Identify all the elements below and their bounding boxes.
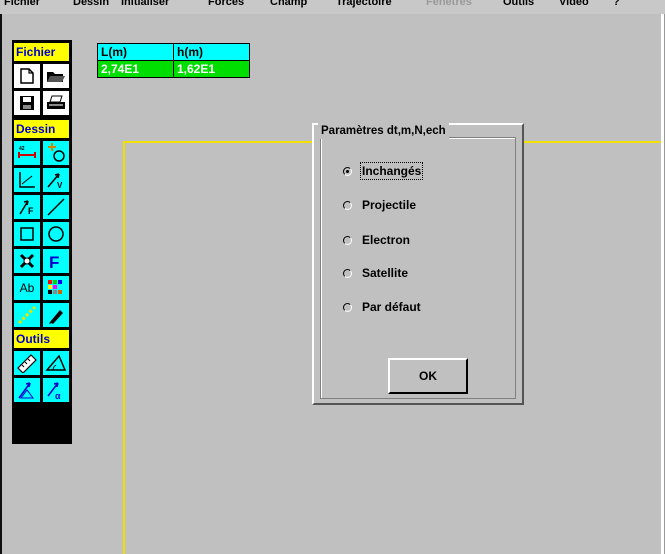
radio-selected-icon[interactable]: [343, 166, 352, 176]
open-folder-icon[interactable]: [43, 64, 69, 88]
ok-button[interactable]: OK: [388, 358, 468, 394]
menu-bar: Fichier Dessin Initialiser Forces Champ …: [0, 0, 665, 14]
ruler-icon[interactable]: [14, 351, 40, 375]
svg-text:F: F: [28, 206, 34, 216]
svg-text:α: α: [55, 391, 61, 401]
length-value: 2,74E1: [97, 60, 174, 78]
radio-icon[interactable]: [343, 268, 352, 278]
pen-tool-icon[interactable]: [43, 303, 69, 327]
menu-initialiser[interactable]: Initialiser: [121, 0, 169, 8]
option-par-defaut[interactable]: Par défaut: [343, 299, 421, 315]
radio-icon[interactable]: [343, 235, 352, 245]
length-header: L(m): [97, 43, 174, 61]
menu-fenetres[interactable]: Fenêtres: [426, 0, 472, 8]
text-tool-icon[interactable]: Ab: [14, 276, 40, 300]
vector-sum-icon[interactable]: [14, 378, 40, 402]
option-inchanges[interactable]: Inchangés: [343, 162, 424, 180]
svg-text:F: F: [49, 253, 59, 271]
color-palette-icon[interactable]: [43, 276, 69, 300]
trajectory-tool-icon[interactable]: [14, 303, 40, 327]
radio-icon[interactable]: [343, 302, 352, 312]
svg-text:V: V: [57, 181, 63, 190]
dessin-section-header: Dessin: [14, 120, 69, 138]
svg-text:42: 42: [19, 146, 25, 152]
option-projectile[interactable]: Projectile: [343, 197, 416, 213]
menu-champ[interactable]: Champ: [270, 0, 307, 8]
option-label: Projectile: [362, 198, 417, 212]
menu-forces[interactable]: Forces: [208, 0, 244, 8]
vector-velocity-icon[interactable]: V: [43, 168, 69, 192]
menu-outils[interactable]: Outils: [503, 0, 534, 8]
acceleration-vector-icon[interactable]: α: [43, 378, 69, 402]
axes-tool-icon[interactable]: [14, 168, 40, 192]
option-label: Satellite: [362, 266, 409, 280]
option-label: Inchangés: [359, 162, 424, 180]
new-file-icon[interactable]: [14, 64, 40, 88]
field-tool-icon[interactable]: F: [43, 249, 69, 273]
point-circle-icon[interactable]: [43, 141, 69, 165]
window-left-border: [0, 14, 2, 554]
dialog-title: Paramètres dt,m,N,ech: [318, 123, 449, 139]
save-disk-icon[interactable]: [14, 91, 40, 115]
menu-fichier[interactable]: Fichier: [4, 0, 40, 8]
menu-trajectoire[interactable]: Trajectoire: [336, 0, 392, 8]
option-label: Electron: [362, 233, 411, 247]
option-label: Par défaut: [362, 300, 421, 314]
print-icon[interactable]: [43, 91, 69, 115]
radio-icon[interactable]: [343, 200, 352, 210]
height-value: 1,62E1: [173, 60, 250, 78]
measure-length-icon[interactable]: 42: [14, 141, 40, 165]
force-vector-icon[interactable]: F: [14, 195, 40, 219]
rectangle-tool-icon[interactable]: [14, 222, 40, 246]
line-tool-icon[interactable]: [43, 195, 69, 219]
circle-tool-icon[interactable]: [43, 222, 69, 246]
protractor-icon[interactable]: [43, 351, 69, 375]
menu-video[interactable]: Vidéo: [559, 0, 589, 8]
menu-dessin[interactable]: Dessin: [73, 0, 109, 8]
option-electron[interactable]: Electron: [343, 232, 410, 248]
fichier-section-header: Fichier: [14, 43, 69, 61]
outils-section-header: Outils: [14, 330, 69, 348]
drawing-area-left-border: [123, 141, 125, 554]
satellite-tool-icon[interactable]: [14, 249, 40, 273]
height-header: h(m): [173, 43, 250, 61]
option-satellite[interactable]: Satellite: [343, 265, 408, 281]
menu-help[interactable]: ?: [613, 0, 620, 8]
tool-palette: Fichier Dessin 42 V F F Ab Outils α: [12, 40, 72, 444]
